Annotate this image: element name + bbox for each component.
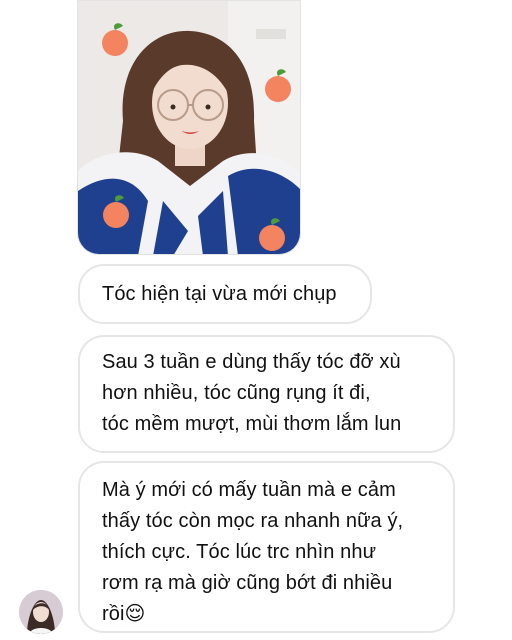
- message-text: hơn nhiều, tóc cũng rụng ít đi,: [102, 382, 371, 404]
- message-bubble[interactable]: Sau 3 tuần e dùng thấy tóc đỡ xù hơn nhi…: [78, 335, 455, 453]
- message-text: tóc mềm mượt, mùi thơm lắm lun: [102, 413, 402, 435]
- message-thread: Tóc hiện tại vừa mới chụp Sau 3 tuần e d…: [0, 0, 512, 640]
- message-text: Mà ý mới có mấy tuần mà e cảm: [102, 479, 396, 501]
- message-text: thấy tóc còn mọc ra nhanh nữa ý,: [102, 510, 404, 532]
- photo-message[interactable]: [77, 0, 301, 255]
- message-text: Tóc hiện tại vừa mới chụp: [102, 283, 337, 305]
- message-text: rơm rạ mà giờ cũng bớt đi nhiều: [102, 572, 393, 594]
- photo-image: [78, 1, 300, 254]
- user-avatar-icon: [19, 590, 63, 634]
- message-text: Sau 3 tuần e dùng thấy tóc đỡ xù: [102, 351, 401, 373]
- message-bubble[interactable]: Tóc hiện tại vừa mới chụp: [78, 264, 372, 324]
- sender-avatar[interactable]: [19, 590, 63, 634]
- message-text: rồi😌: [102, 603, 146, 625]
- message-bubble[interactable]: Mà ý mới có mấy tuần mà e cảm thấy tóc c…: [78, 461, 455, 633]
- message-text: thích cực. Tóc lúc trc nhìn như: [102, 541, 377, 563]
